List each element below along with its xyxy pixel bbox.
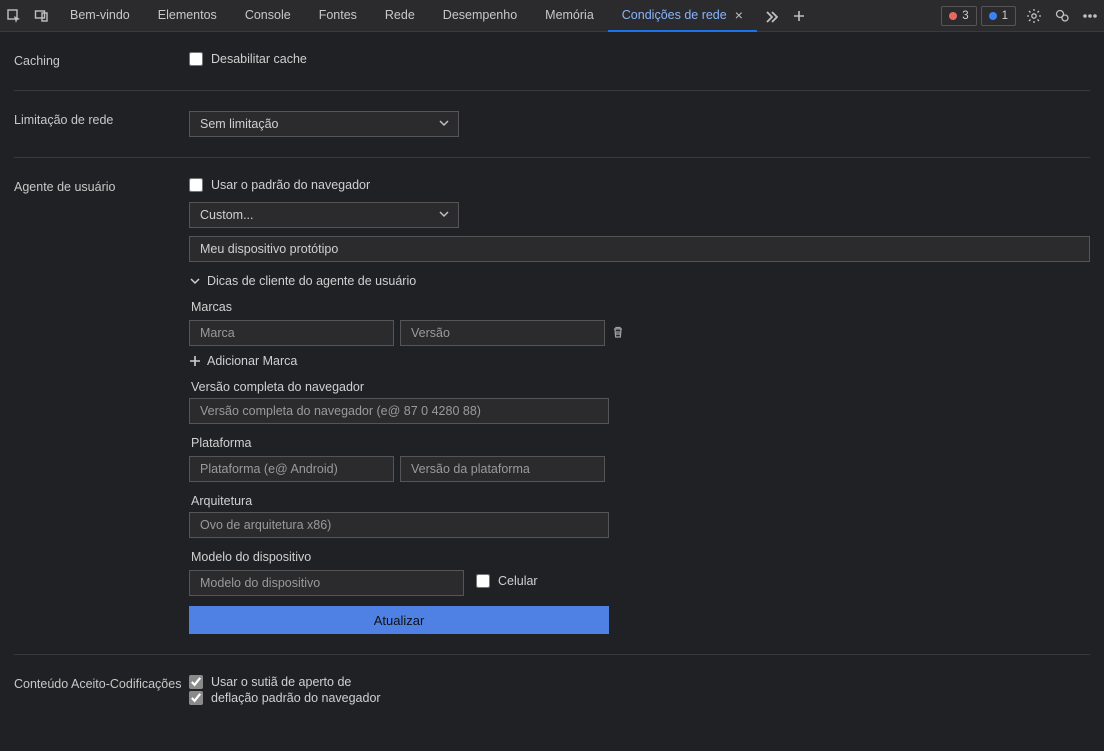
more-tabs-icon[interactable] [757, 2, 785, 30]
tab-memory[interactable]: Memória [531, 0, 608, 32]
section-label-user-agent: Agente de usuário [14, 178, 189, 634]
errors-badge[interactable]: 3 [941, 6, 976, 26]
brand-input[interactable] [189, 320, 394, 346]
tab-performance[interactable]: Desempenho [429, 0, 531, 32]
section-throttling: Limitação de rede Sem limitação [14, 91, 1090, 158]
tab-label: Memória [545, 8, 594, 22]
encodings-default-label-2: deflação padrão do navegador [211, 691, 381, 705]
ua-client-hints-block: Marcas Adicionar Marca Versão completa d… [189, 300, 1090, 634]
full-version-input[interactable] [189, 398, 609, 424]
tab-label: Desempenho [443, 8, 517, 22]
tab-label: Condições de rede [622, 8, 727, 22]
ua-use-default-label: Usar o padrão do navegador [211, 178, 370, 192]
disable-cache-label: Desabilitar cache [211, 52, 307, 66]
chevron-down-icon [438, 208, 450, 223]
throttling-select[interactable]: Sem limitação [189, 111, 459, 137]
disable-cache-row[interactable]: Desabilitar cache [189, 52, 1090, 66]
tab-console[interactable]: Console [231, 0, 305, 32]
tab-label: Rede [385, 8, 415, 22]
tab-elements[interactable]: Elementos [144, 0, 231, 32]
full-version-label: Versão completa do navegador [191, 380, 1090, 394]
ua-client-hints-label: Dicas de cliente do agente de usuário [207, 274, 416, 288]
network-conditions-panel: Caching Desabilitar cache Limitação de r… [0, 32, 1104, 751]
inspect-element-icon[interactable] [0, 2, 28, 30]
tabs-container: Bem-vindo Elementos Console Fontes Rede … [56, 0, 757, 32]
encodings-default-checkbox-1[interactable] [189, 675, 203, 689]
ua-client-hints-toggle[interactable]: Dicas de cliente do agente de usuário [189, 274, 1090, 288]
section-label-encodings: Conteúdo Aceito-Codificações [14, 675, 189, 707]
settings-icon[interactable] [1020, 2, 1048, 30]
mobile-label: Celular [498, 574, 538, 588]
chevron-down-icon [438, 117, 450, 132]
tab-sources[interactable]: Fontes [305, 0, 371, 32]
disable-cache-checkbox[interactable] [189, 52, 203, 66]
platform-input[interactable] [189, 456, 394, 482]
encodings-default-checkbox-2[interactable] [189, 691, 203, 705]
encodings-default-label-1: Usar o sutiã de aperto de [211, 675, 351, 689]
throttling-selected: Sem limitação [200, 117, 279, 131]
tab-network-conditions[interactable]: Condições de rede × [608, 0, 757, 32]
section-label-caching: Caching [14, 52, 189, 70]
section-user-agent: Agente de usuário Usar o padrão do naveg… [14, 158, 1090, 655]
tab-label: Elementos [158, 8, 217, 22]
ua-preset-select[interactable]: Custom... [189, 202, 459, 228]
devtools-tabbar: Bem-vindo Elementos Console Fontes Rede … [0, 0, 1104, 32]
mobile-checkbox[interactable] [476, 574, 490, 588]
tab-label: Bem-vindo [70, 8, 130, 22]
tab-welcome[interactable]: Bem-vindo [56, 0, 144, 32]
architecture-input[interactable] [189, 512, 609, 538]
delete-brand-icon[interactable] [611, 325, 625, 342]
ua-use-default-checkbox[interactable] [189, 178, 203, 192]
update-button[interactable]: Atualizar [189, 606, 609, 634]
section-caching: Caching Desabilitar cache [14, 32, 1090, 91]
device-model-input[interactable] [189, 570, 464, 596]
more-menu-icon[interactable] [1076, 2, 1104, 30]
encodings-default-row-2[interactable]: deflação padrão do navegador [189, 691, 1090, 705]
device-model-label: Modelo do dispositivo [191, 550, 1090, 564]
tab-label: Fontes [319, 8, 357, 22]
feedback-icon[interactable] [1048, 2, 1076, 30]
ua-custom-input[interactable] [189, 236, 1090, 262]
errors-count: 3 [962, 10, 968, 22]
section-label-throttling: Limitação de rede [14, 111, 189, 137]
ua-preset-selected: Custom... [200, 208, 254, 222]
architecture-label: Arquitetura [191, 494, 1090, 508]
platform-version-input[interactable] [400, 456, 605, 482]
mobile-checkbox-row[interactable]: Celular [476, 574, 538, 588]
add-brand-button[interactable]: Adicionar Marca [189, 354, 1090, 368]
tab-label: Console [245, 8, 291, 22]
info-dot-icon [989, 12, 997, 20]
error-dot-icon [949, 12, 957, 20]
add-tab-icon[interactable] [785, 2, 813, 30]
encodings-default-row-1[interactable]: Usar o sutiã de aperto de [189, 675, 1090, 689]
info-badge[interactable]: 1 [981, 6, 1016, 26]
info-count: 1 [1002, 10, 1008, 22]
add-brand-label: Adicionar Marca [207, 354, 297, 368]
brands-label: Marcas [191, 300, 1090, 314]
device-toggle-icon[interactable] [28, 2, 56, 30]
tab-network[interactable]: Rede [371, 0, 429, 32]
ua-use-default-row[interactable]: Usar o padrão do navegador [189, 178, 1090, 192]
section-encodings: Conteúdo Aceito-Codificações Usar o suti… [14, 655, 1090, 727]
brand-version-input[interactable] [400, 320, 605, 346]
update-button-label: Atualizar [374, 613, 425, 628]
platform-label: Plataforma [191, 436, 1090, 450]
close-icon[interactable]: × [735, 7, 743, 23]
